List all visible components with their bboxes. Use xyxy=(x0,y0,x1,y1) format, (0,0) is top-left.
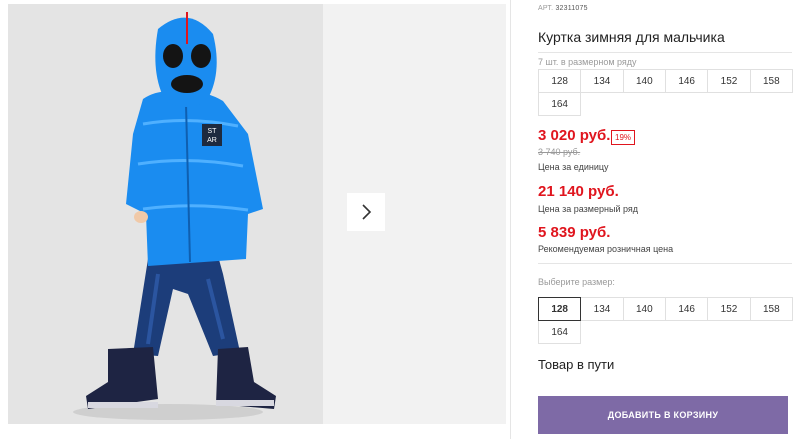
old-price: 3 740 руб. xyxy=(538,147,581,157)
size-option-134[interactable]: 134 xyxy=(580,297,624,321)
row-price-note: Цена за размерный ряд xyxy=(538,204,639,214)
add-to-cart-button[interactable]: ДОБАВИТЬ В КОРЗИНУ xyxy=(538,396,788,434)
product-title: Куртка зимняя для мальчика xyxy=(538,29,725,45)
row-price: 21 140 руб. xyxy=(538,183,619,200)
size-row-cell-128: 128 xyxy=(538,69,582,93)
availability-status: Товар в пути xyxy=(538,357,615,372)
sku-value: 32311075 xyxy=(555,5,588,12)
patch-line-2: AR xyxy=(207,137,217,144)
size-picker-caption: Выберите размер: xyxy=(538,277,615,287)
patch-line-1: ST xyxy=(208,128,218,135)
unit-price-note: Цена за единицу xyxy=(538,162,609,172)
size-row-cell-164: 164 xyxy=(538,92,582,116)
size-option-152[interactable]: 152 xyxy=(707,297,751,321)
discount-badge: 19% xyxy=(611,130,636,145)
divider xyxy=(538,263,792,264)
next-image-button[interactable] xyxy=(347,193,385,231)
retail-price: 5 839 руб. xyxy=(538,224,611,241)
product-photo: ST AR xyxy=(8,4,323,424)
size-option-158[interactable]: 158 xyxy=(749,297,793,321)
size-option-140[interactable]: 140 xyxy=(622,297,666,321)
current-price: 3 020 руб. xyxy=(538,127,611,144)
chevron-right-icon xyxy=(362,204,372,220)
boy-in-blue-jacket-image: ST AR xyxy=(8,4,323,424)
size-row-cell-158: 158 xyxy=(749,69,793,93)
size-row-grid: 128 134 140 146 152 158 164 xyxy=(538,69,793,116)
size-row-cell-140: 140 xyxy=(622,69,666,93)
sku-label: АРТ. xyxy=(538,5,554,12)
divider xyxy=(538,52,792,53)
size-row-cell-134: 134 xyxy=(580,69,624,93)
panel-divider xyxy=(510,0,511,439)
retail-price-note: Рекомендуемая розничная цена xyxy=(538,244,674,254)
product-gallery: ST AR xyxy=(8,4,506,424)
size-option-146[interactable]: 146 xyxy=(664,297,709,321)
size-option-128[interactable]: 128 xyxy=(538,297,582,321)
size-row-cell-146: 146 xyxy=(664,69,709,93)
size-row-cell-152: 152 xyxy=(707,69,751,93)
size-option-164[interactable]: 164 xyxy=(538,320,582,344)
product-sku: АРТ. 32311075 xyxy=(538,5,588,12)
size-row-caption: 7 шт. в размерном ряду xyxy=(538,57,637,67)
size-picker-grid: 128 134 140 146 152 158 164 xyxy=(538,297,793,344)
